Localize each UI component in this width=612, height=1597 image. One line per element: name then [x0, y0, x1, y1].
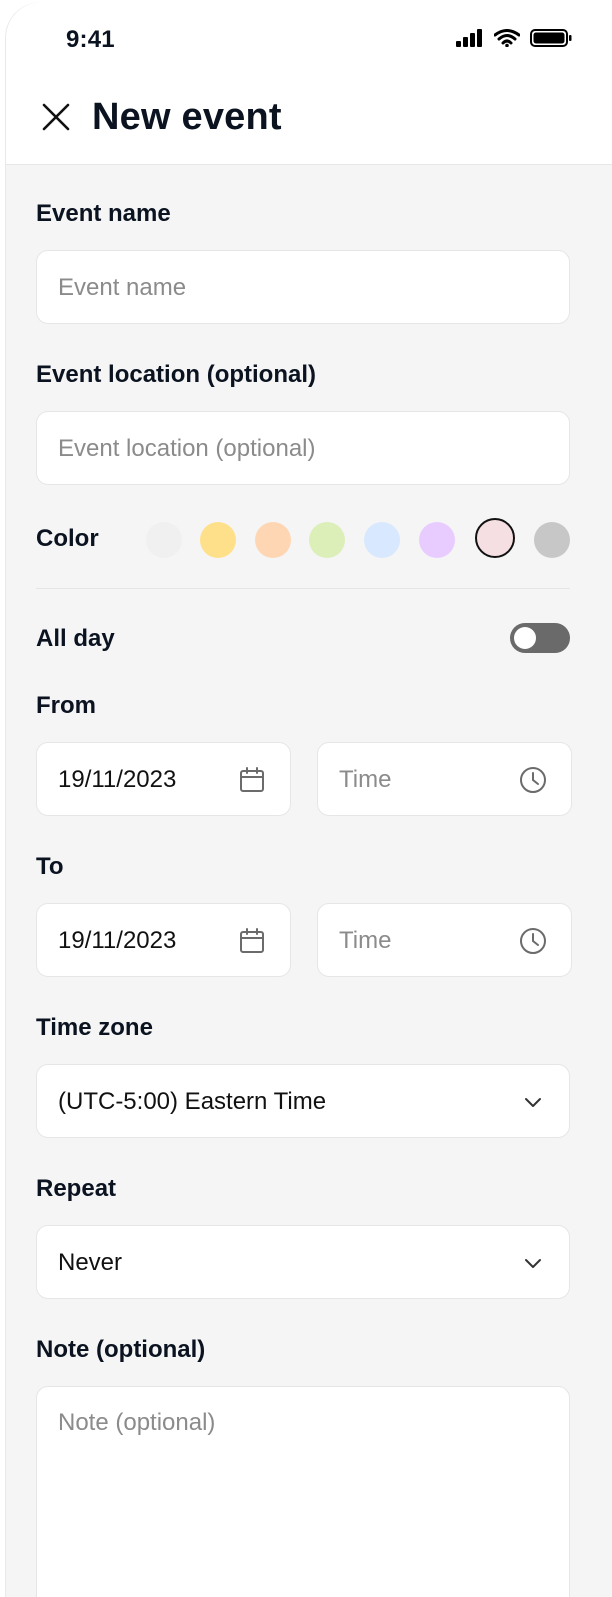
color-picker [36, 514, 570, 564]
note-label: Note (optional) [36, 1336, 206, 1363]
to-time-input[interactable]: Time [317, 903, 572, 977]
time-zone-value: (UTC-5:00) Eastern Time [58, 1088, 327, 1115]
to-time-placeholder: Time [339, 927, 392, 954]
to-label: To [36, 853, 64, 880]
chevron-down-icon [525, 1259, 541, 1268]
from-time-placeholder: Time [339, 766, 392, 793]
battery-icon [530, 29, 572, 47]
color-swatch[interactable] [200, 522, 236, 558]
all-day-toggle[interactable] [510, 623, 570, 653]
repeat-select[interactable]: Never [36, 1225, 570, 1299]
note-textarea[interactable]: Note (optional) [36, 1386, 570, 1597]
calendar-icon[interactable] [238, 927, 266, 955]
time-zone-select[interactable]: (UTC-5:00) Eastern Time [36, 1064, 570, 1138]
color-swatch[interactable] [534, 522, 570, 558]
calendar-icon[interactable] [238, 766, 266, 794]
from-label: From [36, 692, 96, 719]
status-icons [456, 28, 572, 48]
to-date-input[interactable]: 19/11/2023 [36, 903, 291, 977]
repeat-label: Repeat [36, 1175, 117, 1202]
time-zone-label: Time zone [36, 1014, 153, 1041]
status-time: 9:41 [66, 26, 115, 53]
event-location-placeholder: Event location (optional) [58, 435, 316, 462]
note-placeholder: Note (optional) [58, 1409, 216, 1436]
all-day-label: All day [36, 625, 115, 652]
color-swatch[interactable] [364, 522, 400, 558]
page-title: New event [92, 96, 282, 138]
wifi-icon [494, 29, 520, 47]
cellular-signal-icon [456, 29, 482, 47]
event-name-input[interactable]: Event name [36, 250, 570, 324]
clock-icon[interactable] [519, 766, 547, 794]
close-icon[interactable] [36, 97, 76, 137]
clock-icon[interactable] [519, 927, 547, 955]
repeat-value: Never [58, 1249, 123, 1276]
divider [36, 588, 570, 589]
from-date-value: 19/11/2023 [58, 766, 177, 793]
event-location-input[interactable]: Event location (optional) [36, 411, 570, 485]
color-swatch[interactable] [419, 522, 455, 558]
toggle-knob [514, 627, 536, 649]
top-bar: 9:41 New event [6, 2, 612, 165]
event-name-placeholder: Event name [58, 274, 187, 301]
event-location-label: Event location (optional) [36, 361, 316, 388]
from-time-input[interactable]: Time [317, 742, 572, 816]
to-date-value: 19/11/2023 [58, 927, 177, 954]
from-date-input[interactable]: 19/11/2023 [36, 742, 291, 816]
color-swatch[interactable] [146, 522, 182, 558]
app-screen: 9:41 New event Event name Event name Eve… [6, 2, 612, 1597]
color-swatch[interactable] [475, 518, 515, 558]
color-swatch[interactable] [255, 522, 291, 558]
color-swatch[interactable] [309, 522, 345, 558]
event-name-label: Event name [36, 200, 171, 227]
chevron-down-icon [525, 1098, 541, 1107]
